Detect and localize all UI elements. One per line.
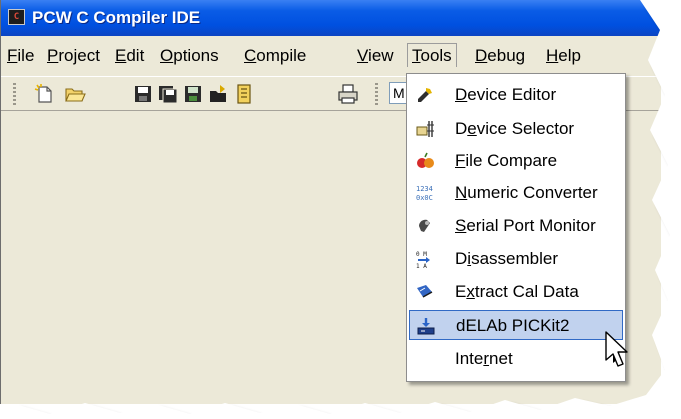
menu-item-label: Internet [455, 349, 513, 368]
svg-text:1234: 1234 [416, 185, 433, 193]
device-editor-icon [418, 88, 432, 102]
app-icon: C [8, 9, 25, 25]
menu-item-serial-port-monitor[interactable]: Serial Port Monitor [409, 211, 623, 241]
menu-help[interactable]: Help [546, 46, 581, 66]
menu-project[interactable]: Project [47, 46, 100, 66]
open-folder-icon[interactable] [64, 83, 86, 105]
menu-item-extract-cal-data[interactable]: Extract Cal Data [409, 277, 623, 307]
menu-file[interactable]: File [7, 46, 34, 66]
disassembler-icon: 0 M 1 A [416, 251, 430, 269]
window-title: PCW C Compiler IDE [32, 8, 201, 27]
device-selector-icon [416, 121, 434, 137]
menu-tools[interactable]: Tools [407, 43, 457, 67]
pickit2-icon [417, 318, 435, 335]
numeric-converter-icon: 1234 0x0C [416, 185, 433, 202]
menu-item-numeric-converter[interactable]: 1234 0x0C Numeric Converter [409, 178, 623, 208]
menu-item-delab-pickit2[interactable]: dELAb PICKit2 [409, 310, 623, 340]
svg-text:0x0C: 0x0C [416, 194, 433, 202]
title-bar[interactable]: C PCW C Compiler IDE [1, 0, 661, 36]
save-all-icon[interactable] [157, 83, 179, 105]
project-icon[interactable] [233, 83, 255, 105]
toolbar-grip-2[interactable] [375, 83, 378, 105]
menu-debug[interactable]: Debug [475, 46, 525, 66]
menu-item-label: File Compare [455, 151, 558, 170]
svg-text:1 A: 1 A [416, 263, 427, 269]
svg-text:0 M: 0 M [416, 251, 427, 258]
print-icon[interactable] [337, 83, 359, 105]
menu-options[interactable]: Options [160, 46, 219, 66]
mouse-cursor-icon [605, 331, 628, 367]
menu-item-disassembler[interactable]: 0 M 1 A Disassembler [409, 244, 623, 274]
menu-item-device-editor[interactable]: Device Editor [409, 80, 623, 110]
menu-item-file-compare[interactable]: File Compare [409, 146, 623, 176]
screenshot: C PCW C Compiler IDE File Project Edit O… [0, 0, 681, 419]
save-as-icon[interactable] [182, 83, 204, 105]
toolbar-grip[interactable] [13, 83, 16, 105]
menu-item-label: Device Selector [455, 119, 575, 138]
menu-item-label: Numeric Converter [455, 183, 598, 202]
menu-item-label: Device Editor [455, 85, 557, 104]
tools-dropdown-menu: Device Editor Device Selector File Compa… [406, 73, 626, 382]
open-recent-icon[interactable] [208, 83, 230, 105]
menu-item-device-selector[interactable]: Device Selector [409, 114, 623, 144]
new-file-icon[interactable] [33, 83, 55, 105]
ide-window: C PCW C Compiler IDE File Project Edit O… [0, 0, 661, 404]
menu-item-label: Serial Port Monitor [455, 216, 596, 235]
file-compare-icon [417, 152, 434, 168]
save-icon[interactable] [132, 83, 154, 105]
menu-compile[interactable]: Compile [244, 46, 306, 66]
menu-item-label: dELAb PICKit2 [456, 316, 570, 335]
extract-cal-data-icon [417, 285, 433, 298]
menu-view[interactable]: View [357, 46, 394, 66]
menu-bar: File Project Edit Options Compile View T… [1, 36, 661, 74]
menu-edit[interactable]: Edit [115, 46, 144, 66]
menu-item-internet[interactable]: Internet [409, 344, 623, 374]
serial-port-monitor-icon [419, 219, 430, 232]
menu-item-label: Extract Cal Data [455, 282, 579, 301]
menu-item-label: Disassembler [455, 249, 558, 268]
